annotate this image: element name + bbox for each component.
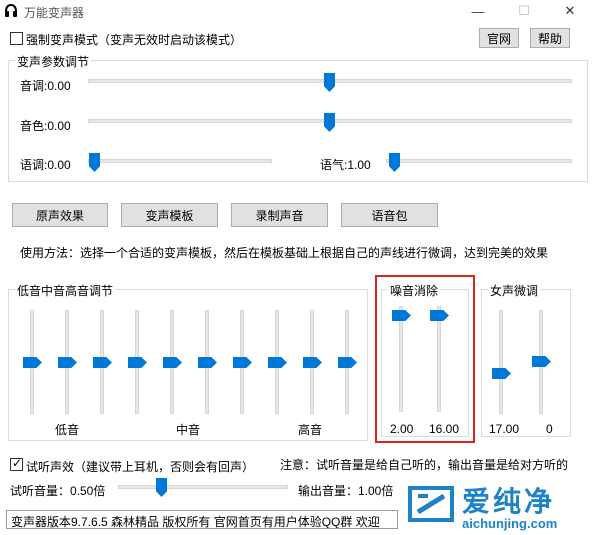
listen-volume-thumb[interactable] <box>156 478 167 497</box>
watermark: 爱纯净 aichunjing.com <box>398 478 596 535</box>
monitor-checkbox[interactable] <box>10 456 23 471</box>
eq-mid-label: 中音 <box>176 423 201 437</box>
listen-volume-track[interactable] <box>118 485 288 489</box>
usage-instructions: 使用方法：选择一个合适的变声模板，然后在模板基础上根据自己的声线进行微调，达到完… <box>20 246 549 260</box>
volume-note: 注意：试听音量是给自己听的，输出音量是给对方听的 <box>280 458 569 472</box>
help-button[interactable]: 帮助 <box>530 28 570 48</box>
female-voice-title: 女声微调 <box>488 282 541 299</box>
listen-volume-label: 试听音量：0.50倍 <box>10 484 106 498</box>
maximize-button[interactable]: ☐ <box>502 0 546 22</box>
force-mode-checkbox[interactable] <box>10 32 23 45</box>
watermark-title: 爱纯净 <box>462 486 556 517</box>
highlight-box <box>375 275 475 443</box>
mood-label: 语气:1.00 <box>320 158 371 172</box>
mood-slider-track[interactable] <box>386 159 572 163</box>
minimize-button[interactable]: — <box>456 0 500 22</box>
tone-label: 语调:0.00 <box>20 158 71 172</box>
voice-pack-button[interactable]: 语音包 <box>341 203 438 227</box>
eq-title: 低音中音高音调节 <box>15 282 116 299</box>
output-volume-label: 输出音量：1.00倍 <box>298 484 394 498</box>
monitor-label: 试听声效（建议带上耳机，否则会有回声） <box>26 460 255 474</box>
female-slider-1-track[interactable] <box>499 310 503 414</box>
window-title: 万能变声器 <box>24 6 85 20</box>
close-button[interactable]: ✕ <box>548 0 592 22</box>
original-voice-button[interactable]: 原声效果 <box>12 203 108 227</box>
title-bar: 万能变声器 — ☐ ✕ <box>0 0 596 24</box>
watermark-logo-icon <box>408 486 454 522</box>
headphone-app-icon <box>5 3 17 17</box>
eq-high-label: 高音 <box>298 423 323 437</box>
female-value-2: 0 <box>546 422 553 436</box>
voice-params-title: 变声参数调节 <box>15 53 92 70</box>
timbre-label: 音色:0.00 <box>20 119 71 133</box>
status-text: 变声器版本9.7.6.5 森林精品 版权所有 官网首页有用户体验QQ群 欢迎 <box>11 515 380 529</box>
record-voice-button[interactable]: 录制声音 <box>231 203 328 227</box>
status-bar: 变声器版本9.7.6.5 森林精品 版权所有 官网首页有用户体验QQ群 欢迎 <box>6 510 398 529</box>
force-mode-label: 强制变声模式（变声无效时启动该模式） <box>26 33 243 47</box>
voice-template-button[interactable]: 变声模板 <box>121 203 218 227</box>
tone-slider-track[interactable] <box>88 159 272 163</box>
eq-low-label: 低音 <box>55 423 80 437</box>
female-value-1: 17.00 <box>489 422 520 436</box>
female-voice-group: 女声微调 <box>481 282 571 437</box>
pitch-label: 音调:0.00 <box>20 79 71 93</box>
watermark-url: aichunjing.com <box>462 516 558 531</box>
official-site-button[interactable]: 官网 <box>479 28 519 48</box>
